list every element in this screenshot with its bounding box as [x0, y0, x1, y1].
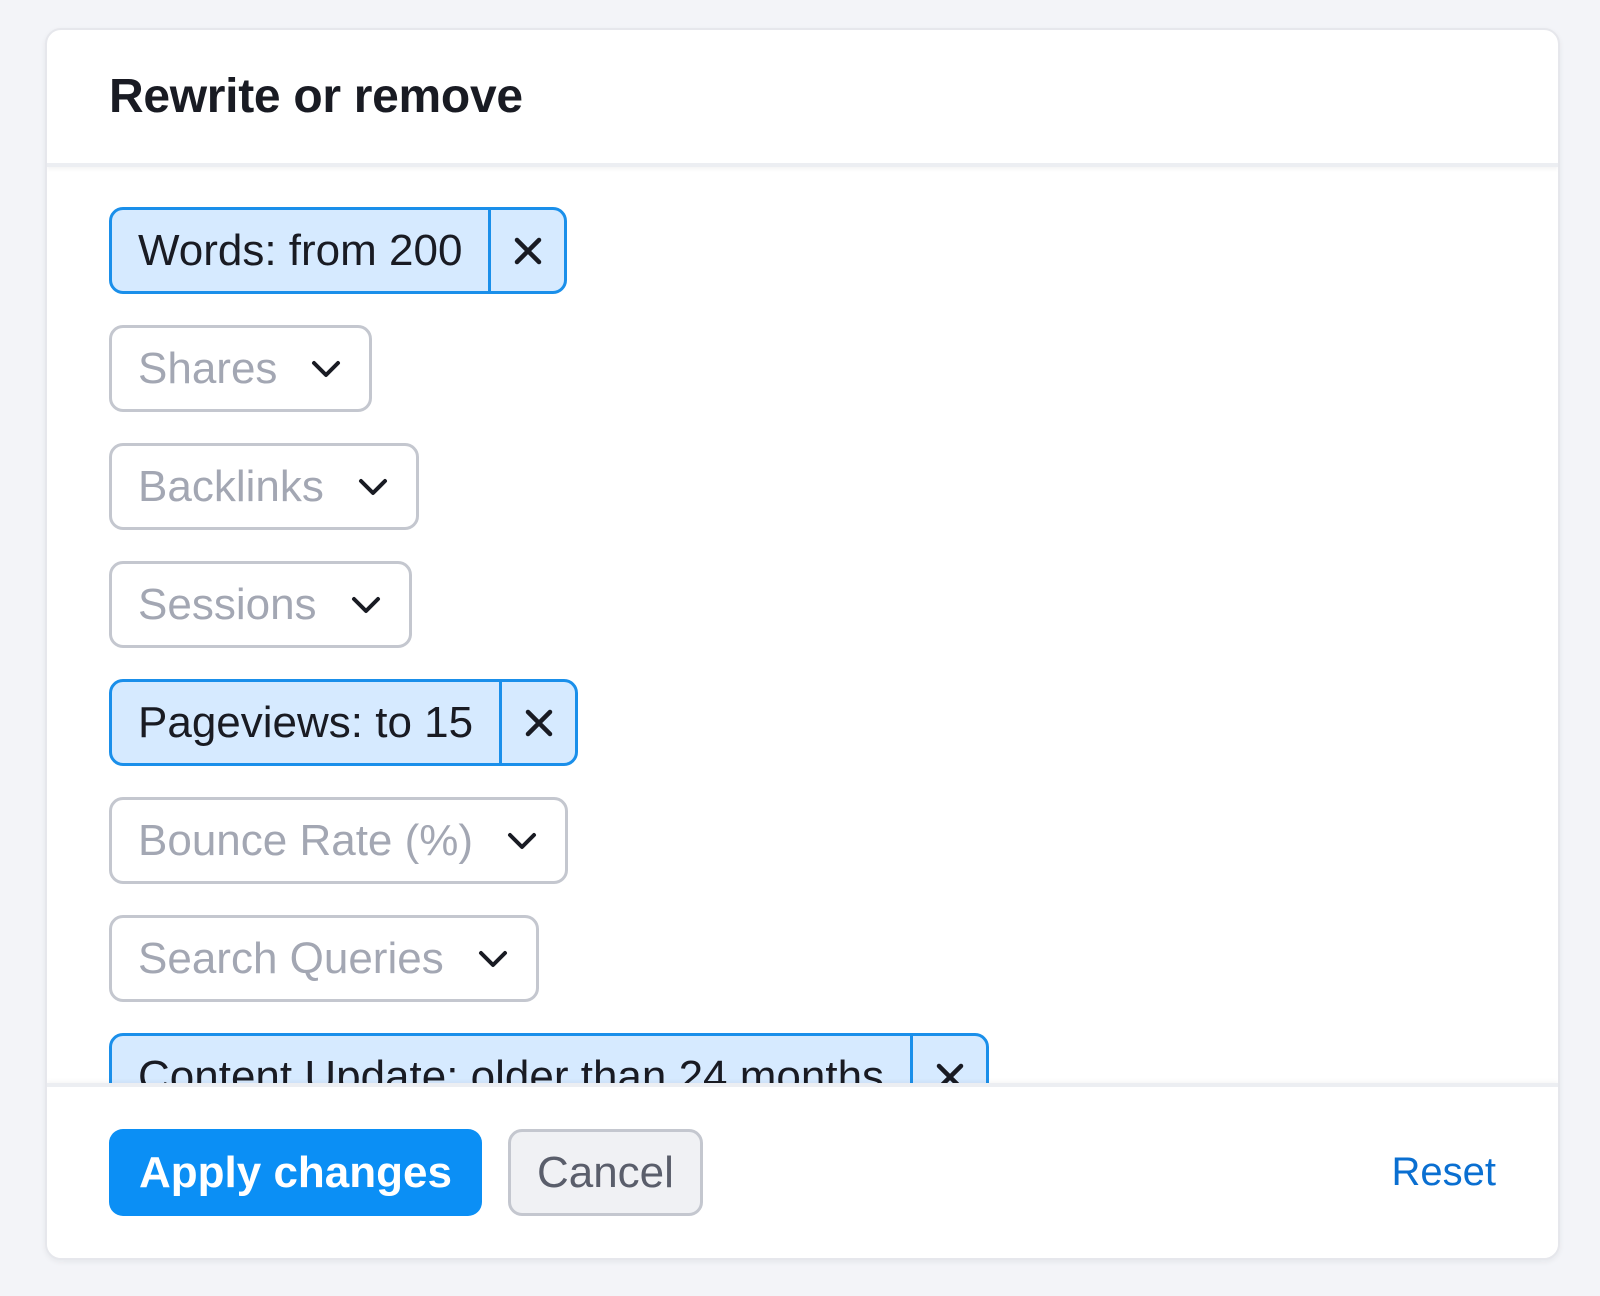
filter-select-label: Sessions: [138, 579, 317, 629]
filter-select-label: Backlinks: [138, 461, 324, 511]
filter-row: Search Queries: [109, 915, 1558, 1033]
filter-select-backlinks[interactable]: Backlinks: [109, 443, 419, 530]
filter-chip-words[interactable]: Words: from 200: [109, 207, 568, 294]
filter-select-label: Search Queries: [138, 933, 444, 983]
chevron-down-icon: [358, 477, 388, 497]
chevron-down-icon: [351, 595, 381, 615]
reset-link[interactable]: Reset: [1392, 1150, 1497, 1195]
filter-select-sessions[interactable]: Sessions: [109, 561, 412, 648]
chevron-down-icon: [507, 831, 537, 851]
filter-select-bounce-rate[interactable]: Bounce Rate (%): [109, 797, 569, 884]
filter-chip-label[interactable]: Pageviews: to 15: [112, 682, 499, 763]
chevron-down-icon: [311, 359, 341, 379]
filter-row: Bounce Rate (%): [109, 797, 1558, 915]
filter-dialog: Rewrite or remove Words: from 200 Shares…: [45, 28, 1560, 1260]
cancel-button[interactable]: Cancel: [507, 1129, 703, 1216]
close-icon[interactable]: [499, 682, 575, 763]
filter-row: Pageviews: to 15: [109, 679, 1558, 797]
dialog-footer: Apply changes Cancel Reset: [47, 1083, 1558, 1258]
filter-list: Words: from 200 Shares Backlinks Session…: [47, 167, 1558, 1107]
filter-row: Backlinks: [109, 443, 1558, 561]
dialog-title: Rewrite or remove: [109, 70, 523, 123]
dialog-header: Rewrite or remove: [47, 30, 1558, 167]
close-icon[interactable]: [488, 210, 564, 291]
filter-chip-label[interactable]: Words: from 200: [112, 210, 488, 291]
chevron-down-icon: [478, 949, 508, 969]
filter-select-label: Shares: [138, 343, 278, 393]
filter-row: Sessions: [109, 561, 1558, 679]
filter-chip-pageviews[interactable]: Pageviews: to 15: [109, 679, 579, 766]
filter-select-shares[interactable]: Shares: [109, 325, 373, 412]
filter-select-label: Bounce Rate (%): [138, 815, 474, 865]
filter-select-search-queries[interactable]: Search Queries: [109, 915, 539, 1002]
apply-changes-button[interactable]: Apply changes: [109, 1129, 482, 1216]
filter-row: Words: from 200: [109, 207, 1558, 325]
filter-row: Shares: [109, 325, 1558, 443]
